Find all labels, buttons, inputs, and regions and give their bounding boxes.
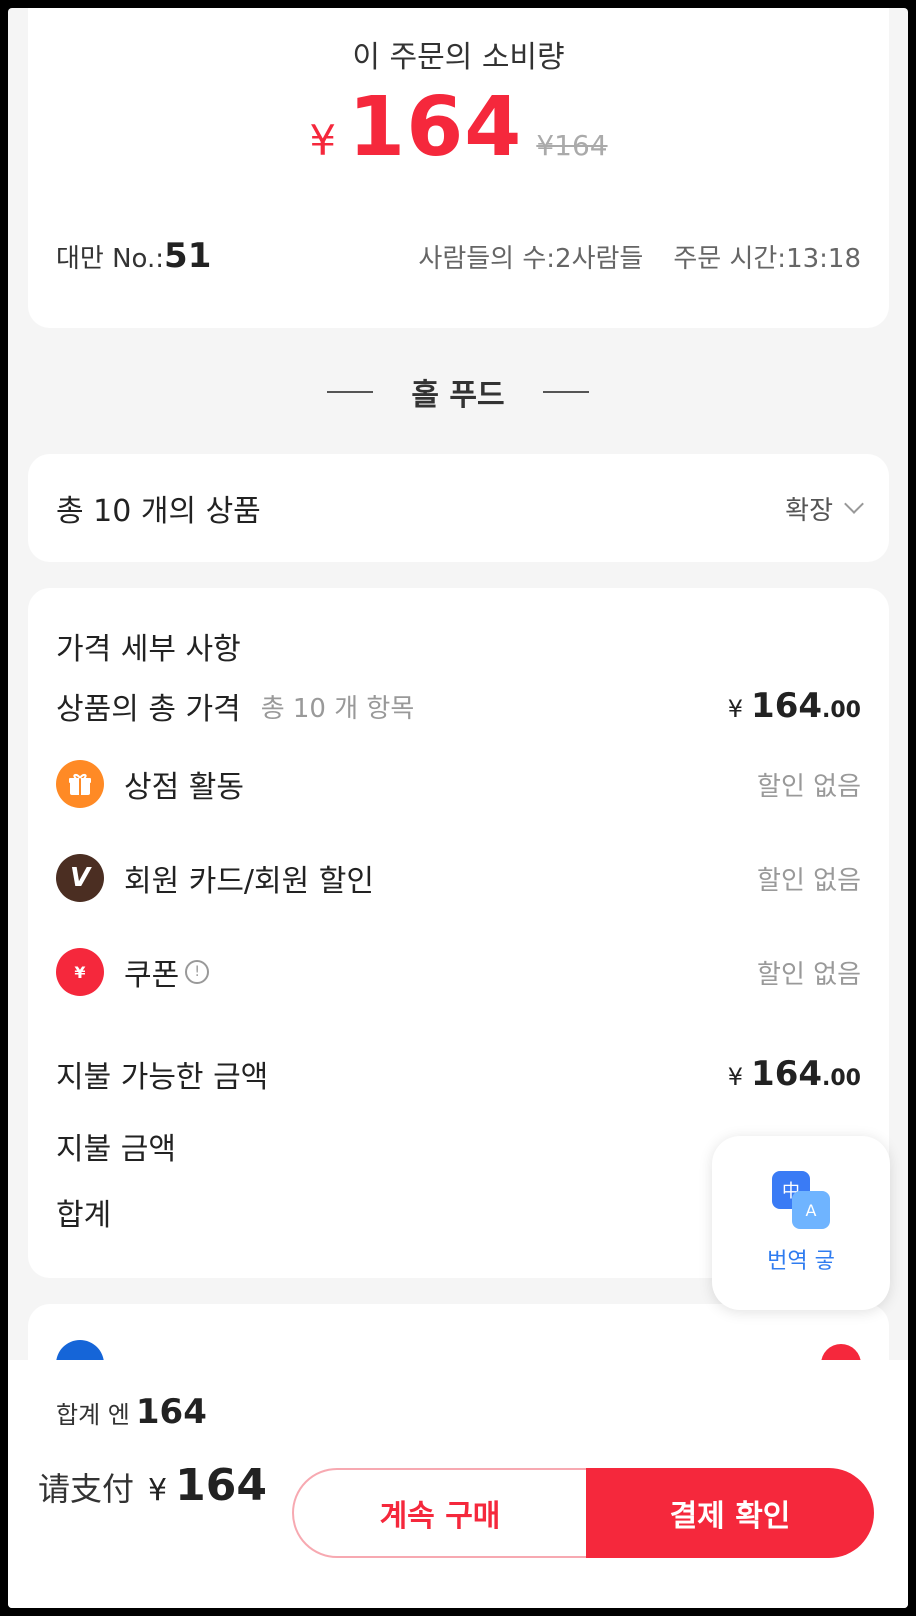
currency-symbol: ¥ — [727, 1063, 744, 1091]
amount-integer: 164 — [751, 686, 823, 726]
table-info: 대만 No.:51 — [56, 236, 211, 276]
coupon-label: 쿠폰 — [124, 958, 180, 993]
section-header: 홀 푸드 — [8, 370, 908, 414]
table-number: 51 — [164, 236, 212, 276]
chevron-down-icon — [844, 494, 864, 514]
payable-value: ¥ 164 .00 — [728, 1054, 861, 1094]
order-summary-card: 이 주문의 소비량 ¥ 164 ¥164 대만 No.:51 사람들의 수:2사… — [28, 8, 889, 328]
goods-total-label: 상품의 총 가격 — [56, 692, 241, 727]
people-count: 사람들의 수:2사람들 — [418, 244, 644, 274]
coupon-row[interactable]: ¥ 쿠폰 ! 할인 없음 — [56, 948, 861, 996]
goods-total-value: ¥ 164 .00 — [728, 686, 861, 726]
section-title: 홀 푸드 — [411, 378, 505, 413]
paid-label: 지불 금액 — [56, 1132, 176, 1167]
amount-decimal: .00 — [822, 698, 861, 723]
summary-price: ¥ 164 ¥164 — [28, 80, 889, 175]
store-activity-value: 할인 없음 — [757, 771, 861, 802]
coupon-value: 할인 없음 — [757, 959, 861, 990]
divider-right — [542, 391, 589, 393]
member-discount-label: 회원 카드/회원 할인 — [124, 864, 374, 899]
continue-shopping-button[interactable]: 계속 구매 — [292, 1468, 588, 1558]
payable-row: 지불 가능한 금액 ¥ 164 .00 — [56, 1052, 861, 1096]
screen: 이 주문의 소비량 ¥ 164 ¥164 대만 No.:51 사람들의 수:2사… — [8, 8, 908, 1608]
divider-left — [327, 391, 374, 393]
member-discount-row[interactable]: V 회원 카드/회원 할인 할인 없음 — [56, 854, 861, 902]
order-meta-right: 사람들의 수:2사람들 주문 시간:13:18 — [418, 238, 861, 275]
summary-title: 이 주문의 소비량 — [352, 40, 565, 75]
order-meta: 대만 No.:51 사람들의 수:2사람들 주문 시간:13:18 — [56, 236, 861, 276]
expand-label: 확장 — [785, 495, 833, 526]
currency-symbol: ¥ — [727, 695, 744, 723]
translate-icon-target: A — [792, 1191, 830, 1229]
pay-value: 164 — [175, 1460, 267, 1511]
amount-decimal: .00 — [822, 1066, 861, 1091]
store-activity-row[interactable]: 상점 활동 할인 없음 — [56, 760, 861, 808]
summary-amount: 164 — [348, 80, 523, 175]
table-label: 대만 No.: — [56, 244, 165, 274]
store-activity-label: 상점 활동 — [124, 770, 244, 805]
total-line: 합계 엔 164 — [56, 1392, 207, 1432]
sum-label: 합계 — [56, 1198, 112, 1233]
checkout-bar: 합계 엔 164 请支付 ¥ 164 계속 구매 결제 확인 — [8, 1360, 908, 1608]
gift-icon — [56, 760, 104, 808]
items-card[interactable]: 총 10 개의 상품 확장 — [28, 454, 889, 562]
member-discount-value: 할인 없음 — [757, 865, 861, 896]
expand-button[interactable]: 확장 — [785, 490, 864, 527]
translate-label: 번역 긓 — [767, 1249, 835, 1274]
info-icon[interactable]: ! — [185, 960, 210, 984]
pay-line: 请支付 ¥ 164 — [38, 1460, 267, 1511]
translate-button[interactable]: 中 A 번역 긓 — [712, 1136, 890, 1310]
currency-symbol: ¥ — [309, 116, 337, 165]
vip-icon: V — [56, 854, 104, 902]
payable-label: 지불 가능한 금액 — [56, 1060, 269, 1095]
translate-icon: 中 A — [772, 1171, 830, 1229]
pay-currency: ¥ — [148, 1473, 168, 1508]
original-price: ¥164 — [536, 129, 608, 162]
items-count: 총 10 개의 상품 — [56, 494, 261, 529]
coupon-icon: ¥ — [56, 948, 104, 996]
total-value: 164 — [135, 1392, 207, 1432]
goods-total-sub: 총 10 개 항목 — [260, 693, 415, 724]
price-details-header: 가격 세부 사항 — [56, 632, 241, 667]
pay-label: 请支付 — [38, 1470, 135, 1508]
total-label: 합계 엔 — [56, 1401, 130, 1429]
goods-total-row: 상품의 총 가격 총 10 개 항목 ¥ 164 .00 — [56, 684, 861, 728]
order-time: 주문 시간:13:18 — [673, 244, 861, 274]
confirm-payment-button[interactable]: 결제 확인 — [586, 1468, 874, 1558]
amount-integer: 164 — [751, 1054, 823, 1094]
